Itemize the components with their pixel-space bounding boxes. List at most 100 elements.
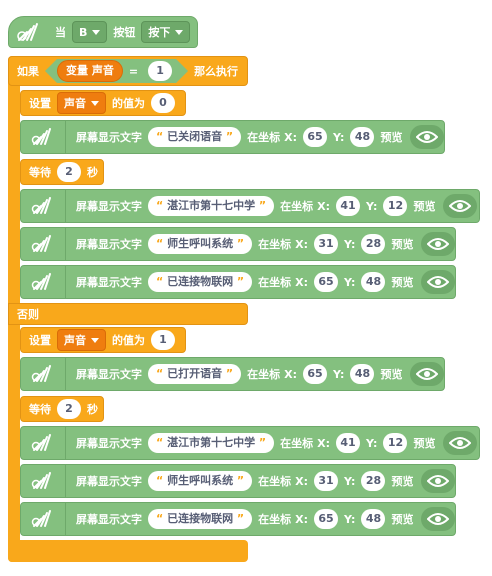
display-text-input[interactable]: “ 师生呼叫系统 ” [148, 471, 253, 491]
if-block-header[interactable]: 如果 变量 声音 = 1 那么执行 [8, 56, 248, 86]
x-input[interactable]: 31 [314, 234, 339, 254]
y-label: Y: [366, 436, 378, 450]
y-input[interactable]: 28 [361, 234, 386, 254]
x-input[interactable]: 65 [314, 509, 339, 529]
variable-label: 变量 [66, 64, 88, 77]
display-text-block[interactable]: 屏幕显示文字 “ 师生呼叫系统 ” 在坐标 X: 31 Y: 28 预览 [20, 464, 456, 498]
display-prefix-label: 屏幕显示文字 [76, 131, 142, 144]
wait-block[interactable]: 等待 2 秒 [20, 396, 104, 422]
open-quote: “ [156, 199, 164, 212]
preview-toggle[interactable] [443, 431, 478, 455]
x-label: X: [284, 367, 298, 381]
x-input[interactable]: 65 [303, 127, 328, 147]
then-label: 那么执行 [194, 65, 239, 78]
display-text-input[interactable]: “ 湛江市第十七中学 ” [148, 433, 275, 453]
display-text-value: 湛江市第十七中学 [167, 199, 256, 212]
hat-block-button-pressed[interactable]: 当 B 按钮 按下 [8, 16, 198, 48]
display-text-value: 已打开语音 [167, 367, 223, 380]
eye-icon [427, 513, 450, 525]
display-text-block[interactable]: 屏幕显示文字 “ 已关闭语音 ” 在坐标 X: 65 Y: 48 预览 [20, 120, 445, 154]
preview-toggle[interactable] [421, 507, 455, 531]
y-input[interactable]: 48 [361, 272, 386, 292]
display-text-input[interactable]: “ 已关闭语音 ” [148, 127, 242, 147]
variable-dropdown[interactable]: 声音 [57, 92, 106, 114]
preview-toggle[interactable] [421, 270, 455, 294]
display-prefix-label: 屏幕显示文字 [76, 513, 142, 526]
x-input[interactable]: 65 [314, 272, 339, 292]
eye-icon [427, 238, 450, 250]
condition-slot[interactable]: 变量 声音 = 1 [45, 59, 188, 83]
wait-seconds-input[interactable]: 2 [57, 162, 81, 182]
display-text-block[interactable]: 屏幕显示文字 “ 湛江市第十七中学 ” 在坐标 X: 41 Y: 12 预览 [20, 189, 480, 223]
x-input[interactable]: 41 [336, 433, 361, 453]
display-text-input[interactable]: “ 师生呼叫系统 ” [148, 234, 253, 254]
coord-label: 在坐标 [258, 513, 292, 526]
wait-block[interactable]: 等待 2 秒 [20, 159, 104, 185]
close-quote: ” [225, 130, 234, 143]
y-input[interactable]: 12 [383, 433, 408, 453]
close-quote: ” [258, 199, 267, 212]
chevron-down-icon [91, 337, 99, 343]
display-text-block[interactable]: 屏幕显示文字 “ 师生呼叫系统 ” 在坐标 X: 31 Y: 28 预览 [20, 227, 456, 261]
display-text-block[interactable]: 屏幕显示文字 “ 已打开语音 ” 在坐标 X: 65 Y: 48 预览 [20, 357, 445, 391]
open-quote: “ [156, 275, 164, 288]
equals-operator: = [128, 64, 139, 78]
x-label: X: [295, 512, 309, 526]
preview-toggle[interactable] [443, 194, 478, 218]
preview-toggle[interactable] [410, 125, 444, 149]
open-quote: “ [156, 474, 164, 487]
wait-suffix-label: 秒 [87, 166, 98, 179]
preview-toggle[interactable] [421, 469, 455, 493]
key-dropdown[interactable]: B [72, 21, 108, 43]
set-value-input[interactable]: 0 [151, 93, 175, 113]
set-value-input[interactable]: 1 [151, 330, 175, 350]
coord-label: 在坐标 [247, 131, 281, 144]
display-text-block[interactable]: 屏幕显示文字 “ 湛江市第十七中学 ” 在坐标 X: 41 Y: 12 预览 [20, 426, 480, 460]
preview-label: 预览 [413, 200, 436, 213]
key-label: 按钮 [113, 26, 136, 39]
display-text-block[interactable]: 屏幕显示文字 “ 已连接物联网 ” 在坐标 X: 65 Y: 48 预览 [20, 502, 456, 536]
y-label: Y: [333, 367, 345, 381]
condition-value-input[interactable]: 1 [148, 61, 172, 81]
y-input[interactable]: 48 [361, 509, 386, 529]
robot-hand-icon [21, 266, 66, 298]
wait-prefix-label: 等待 [29, 166, 51, 179]
preview-toggle[interactable] [410, 362, 444, 386]
wait-seconds-input[interactable]: 2 [57, 399, 81, 419]
display-prefix-label: 屏幕显示文字 [76, 276, 142, 289]
variable-dropdown[interactable]: 声音 [57, 329, 106, 351]
y-input[interactable]: 28 [361, 471, 386, 491]
display-prefix-label: 屏幕显示文字 [76, 437, 142, 450]
hat-prefix-label: 当 [55, 26, 66, 39]
preview-label: 预览 [413, 437, 436, 450]
y-input[interactable]: 12 [383, 196, 408, 216]
coord-label: 在坐标 [247, 368, 281, 381]
display-text-block[interactable]: 屏幕显示文字 “ 已连接物联网 ” 在坐标 X: 65 Y: 48 预览 [20, 265, 456, 299]
preview-toggle[interactable] [421, 232, 455, 256]
y-label: Y: [344, 237, 356, 251]
close-quote: ” [236, 275, 245, 288]
state-dropdown[interactable]: 按下 [141, 21, 191, 43]
set-variable-block[interactable]: 设置 声音 的值为 0 [20, 90, 186, 116]
variable-reporter[interactable]: 变量 声音 [57, 60, 123, 82]
x-label: X: [317, 436, 331, 450]
key-value: B [79, 25, 88, 39]
display-text-value: 已连接物联网 [167, 275, 234, 288]
eye-icon [449, 437, 472, 449]
display-text-input[interactable]: “ 湛江市第十七中学 ” [148, 196, 275, 216]
y-input[interactable]: 48 [350, 127, 375, 147]
y-input[interactable]: 48 [350, 364, 375, 384]
eye-icon [416, 368, 439, 380]
display-text-input[interactable]: “ 已连接物联网 ” [148, 509, 253, 529]
chevron-down-icon [175, 29, 184, 35]
close-quote: ” [236, 237, 245, 250]
set-variable-block[interactable]: 设置 声音 的值为 1 [20, 327, 186, 353]
display-text-input[interactable]: “ 已连接物联网 ” [148, 272, 253, 292]
x-input[interactable]: 31 [314, 471, 339, 491]
open-quote: “ [156, 367, 164, 380]
eye-icon [427, 475, 450, 487]
x-input[interactable]: 41 [336, 196, 361, 216]
eye-icon [427, 276, 450, 288]
x-input[interactable]: 65 [303, 364, 328, 384]
display-text-input[interactable]: “ 已打开语音 ” [148, 364, 242, 384]
